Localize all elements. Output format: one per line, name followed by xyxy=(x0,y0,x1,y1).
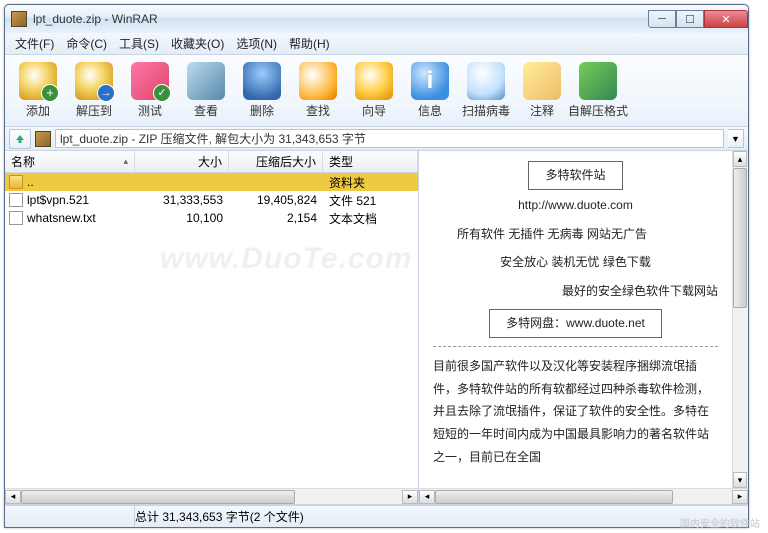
window-title: lpt_duote.zip - WinRAR xyxy=(33,12,648,26)
scroll-up-icon[interactable]: ▴ xyxy=(733,151,747,167)
add-button[interactable]: 添加 xyxy=(11,60,65,122)
preview-content: 多特软件站 http://www.duote.com 所有软件 无插件 无病毒 … xyxy=(419,151,748,488)
path-bar: lpt_duote.zip - ZIP 压缩文件, 解包大小为 31,343,6… xyxy=(5,127,748,151)
wizard-button[interactable]: 向导 xyxy=(347,60,401,122)
app-icon xyxy=(11,11,27,27)
preview-pane: 多特软件站 http://www.duote.com 所有软件 无插件 无病毒 … xyxy=(419,151,748,504)
scroll-right-icon[interactable]: ▸ xyxy=(402,490,418,504)
scroll-left-icon[interactable]: ◂ xyxy=(419,490,435,504)
test-icon xyxy=(131,62,169,100)
extract-button[interactable]: 解压到 xyxy=(67,60,121,122)
test-button[interactable]: 测试 xyxy=(123,60,177,122)
preview-paragraph: 目前很多国产软件以及汉化等安装程序捆绑流氓插件，多特软件站的所有软都经过四种杀毒… xyxy=(433,355,718,469)
file-list[interactable]: ..资料夹lpt$vpn.52131,333,55319,405,824文件 5… xyxy=(5,173,418,488)
site-url: http://www.duote.com xyxy=(433,194,718,217)
h-scrollbar-right[interactable]: ◂ ▸ xyxy=(419,488,748,504)
virus-icon xyxy=(467,62,505,100)
site-name-box: 多特软件站 xyxy=(528,161,622,190)
preview-line-3: 最好的安全绿色软件下载网站 xyxy=(433,280,718,303)
table-row[interactable]: whatsnew.txt10,1002,154文本文档 xyxy=(5,209,418,227)
info-button[interactable]: i信息 xyxy=(403,60,457,122)
col-type[interactable]: 类型 xyxy=(323,151,418,172)
menu-favorites[interactable]: 收藏夹(O) xyxy=(165,33,230,54)
scroll-down-icon[interactable]: ▾ xyxy=(733,472,747,488)
table-row[interactable]: ..资料夹 xyxy=(5,173,418,191)
titlebar[interactable]: lpt_duote.zip - WinRAR ─ ☐ ✕ xyxy=(5,5,748,33)
wizard-icon xyxy=(355,62,393,100)
add-icon xyxy=(19,62,57,100)
scroll-thumb[interactable] xyxy=(733,168,747,308)
sfx-icon xyxy=(579,62,617,100)
up-button[interactable] xyxy=(9,129,31,149)
separator xyxy=(433,346,718,347)
preview-line-1: 所有软件 无插件 无病毒 网站无广告 xyxy=(433,223,718,246)
view-icon xyxy=(187,62,225,100)
status-left xyxy=(5,506,135,527)
status-bar: 总计 31,343,653 字节(2 个文件) xyxy=(5,505,748,527)
file-list-pane: 名称▴ 大小 压缩后大小 类型 ..资料夹lpt$vpn.52131,333,5… xyxy=(5,151,419,504)
path-text[interactable]: lpt_duote.zip - ZIP 压缩文件, 解包大小为 31,343,6… xyxy=(55,129,724,148)
menu-options[interactable]: 选项(N) xyxy=(230,33,283,54)
delete-icon xyxy=(243,62,281,100)
maximize-button[interactable]: ☐ xyxy=(676,10,704,28)
menu-file[interactable]: 文件(F) xyxy=(9,33,60,54)
sort-indicator-icon: ▴ xyxy=(123,156,128,167)
scroll-right-icon[interactable]: ▸ xyxy=(732,490,748,504)
h-scrollbar-left[interactable]: ◂ ▸ xyxy=(5,488,418,504)
menu-help[interactable]: 帮助(H) xyxy=(283,33,336,54)
status-text: 总计 31,343,653 字节(2 个文件) xyxy=(135,508,304,525)
find-icon xyxy=(299,62,337,100)
minimize-button[interactable]: ─ xyxy=(648,10,676,28)
file-icon xyxy=(9,193,23,207)
close-button[interactable]: ✕ xyxy=(704,10,748,28)
delete-button[interactable]: 删除 xyxy=(235,60,289,122)
list-header: 名称▴ 大小 压缩后大小 类型 xyxy=(5,151,418,173)
table-row[interactable]: lpt$vpn.52131,333,55319,405,824文件 521 xyxy=(5,191,418,209)
scroll-left-icon[interactable]: ◂ xyxy=(5,490,21,504)
view-button[interactable]: 查看 xyxy=(179,60,233,122)
comment-icon xyxy=(523,62,561,100)
v-scrollbar-right[interactable]: ▴ ▾ xyxy=(732,151,748,488)
info-icon: i xyxy=(411,62,449,100)
preview-line-2: 安全放心 装机无忧 绿色下载 xyxy=(433,251,718,274)
archive-icon xyxy=(35,131,51,147)
sfx-button[interactable]: 自解压格式 xyxy=(571,60,625,122)
comment-button[interactable]: 注释 xyxy=(515,60,569,122)
col-size[interactable]: 大小 xyxy=(135,151,229,172)
find-button[interactable]: 查找 xyxy=(291,60,345,122)
virus-scan-button[interactable]: 扫描病毒 xyxy=(459,60,513,122)
extract-icon xyxy=(75,62,113,100)
file-icon xyxy=(9,211,23,225)
menu-tools[interactable]: 工具(S) xyxy=(113,33,165,54)
col-name[interactable]: 名称▴ xyxy=(5,151,135,172)
toolbar: 添加 解压到 测试 查看 删除 查找 向导 i信息 扫描病毒 注释 自解压格式 xyxy=(5,55,748,127)
path-dropdown[interactable]: ▼ xyxy=(728,129,744,148)
col-compressed[interactable]: 压缩后大小 xyxy=(229,151,323,172)
file-icon xyxy=(9,175,23,189)
menu-commands[interactable]: 命令(C) xyxy=(60,33,113,54)
netdisk-box: 多特网盘：www.duote.net xyxy=(489,309,662,338)
menubar: 文件(F) 命令(C) 工具(S) 收藏夹(O) 选项(N) 帮助(H) xyxy=(5,33,748,55)
